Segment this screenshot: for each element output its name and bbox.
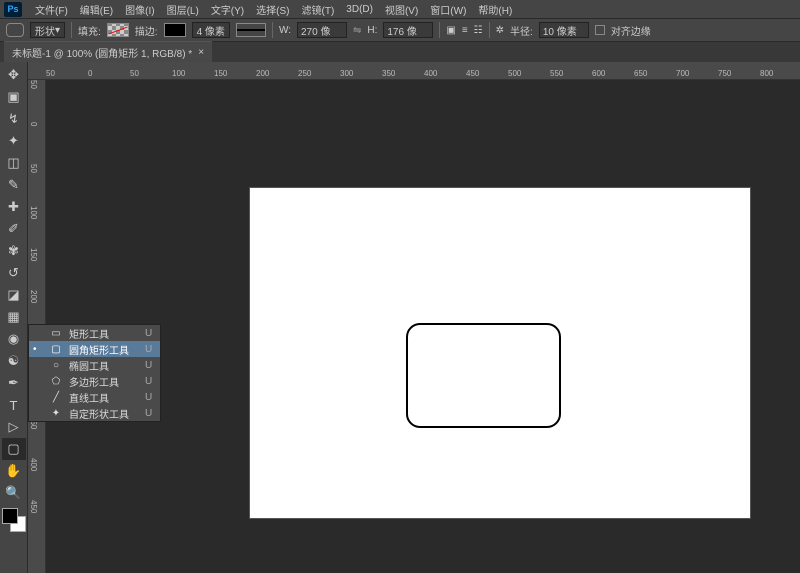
menu-select[interactable]: 选择(S) bbox=[251, 0, 294, 19]
stroke-label: 描边: bbox=[135, 23, 158, 38]
path-select-tool[interactable]: ▷ bbox=[2, 416, 26, 438]
menu-layer[interactable]: 图层(L) bbox=[162, 0, 204, 19]
menu-window[interactable]: 窗口(W) bbox=[425, 0, 471, 19]
shape-tool[interactable]: ▢ bbox=[2, 438, 26, 460]
flyout-rectangle[interactable]: ▭ 矩形工具U bbox=[29, 325, 160, 341]
line-icon: ╱ bbox=[49, 392, 63, 403]
path-ops-icon[interactable]: ▣ bbox=[446, 25, 455, 36]
wand-tool[interactable]: ✦ bbox=[2, 130, 26, 152]
menu-3d[interactable]: 3D(D) bbox=[341, 2, 378, 17]
flyout-polygon[interactable]: ⬠ 多边形工具U bbox=[29, 373, 160, 389]
options-bar: 形状 ▾ 填充: 描边: 4 像素 W: ⇋ H: ▣ ≡ ☷ ✲ 半径: 对齐… bbox=[0, 18, 800, 42]
stroke-width-select[interactable]: 4 像素 bbox=[192, 22, 230, 38]
w-label: W: bbox=[279, 25, 291, 36]
close-tab-icon[interactable]: × bbox=[198, 47, 204, 58]
lasso-tool[interactable]: ↯ bbox=[2, 108, 26, 130]
ellipse-icon: ○ bbox=[49, 360, 63, 371]
tools-panel: ✥ ▣ ↯ ✦ ◫ ✎ ✚ ✐ ✾ ↺ ◪ ▦ ◉ ☯ ✒ T ▷ ▢ ✋ 🔍 bbox=[0, 62, 28, 573]
stamp-tool[interactable]: ✾ bbox=[2, 240, 26, 262]
height-input[interactable] bbox=[383, 22, 433, 38]
width-input[interactable] bbox=[297, 22, 347, 38]
canvas[interactable] bbox=[250, 188, 750, 518]
menu-help[interactable]: 帮助(H) bbox=[473, 0, 517, 19]
fill-swatch[interactable] bbox=[107, 23, 129, 37]
document-tab-bar: 未标题-1 @ 100% (圆角矩形 1, RGB/8) * × bbox=[0, 42, 800, 62]
document-tab[interactable]: 未标题-1 @ 100% (圆角矩形 1, RGB/8) * × bbox=[4, 41, 212, 63]
shape-tool-flyout: ▭ 矩形工具U •▢ 圆角矩形工具U ○ 椭圆工具U ⬠ 多边形工具U ╱ 直线… bbox=[28, 324, 161, 422]
stroke-swatch[interactable] bbox=[164, 23, 186, 37]
crop-tool[interactable]: ◫ bbox=[2, 152, 26, 174]
type-tool[interactable]: T bbox=[2, 394, 26, 416]
heal-tool[interactable]: ✚ bbox=[2, 196, 26, 218]
hand-tool[interactable]: ✋ bbox=[2, 460, 26, 482]
gradient-tool[interactable]: ▦ bbox=[2, 306, 26, 328]
ruler-horizontal[interactable]: 5005010015020025030035040045050055060065… bbox=[28, 62, 800, 80]
marquee-tool[interactable]: ▣ bbox=[2, 86, 26, 108]
blur-tool[interactable]: ◉ bbox=[2, 328, 26, 350]
custom-shape-icon: ✦ bbox=[49, 408, 63, 419]
arrange-icon[interactable]: ☷ bbox=[474, 25, 483, 36]
rounded-rectangle-shape[interactable] bbox=[406, 323, 561, 428]
menu-file[interactable]: 文件(F) bbox=[30, 0, 73, 19]
document-title: 未标题-1 @ 100% (圆角矩形 1, RGB/8) * bbox=[12, 45, 192, 60]
shape-mode-select[interactable]: 形状 ▾ bbox=[30, 22, 65, 38]
zoom-tool[interactable]: 🔍 bbox=[2, 482, 26, 504]
ps-logo: Ps bbox=[4, 2, 22, 17]
link-wh-icon[interactable]: ⇋ bbox=[353, 25, 361, 36]
dodge-tool[interactable]: ☯ bbox=[2, 350, 26, 372]
canvas-area: 5005010015020025030035040045050055060065… bbox=[28, 62, 800, 573]
rounded-rectangle-icon: ▢ bbox=[49, 344, 63, 355]
eraser-tool[interactable]: ◪ bbox=[2, 284, 26, 306]
flyout-ellipse[interactable]: ○ 椭圆工具U bbox=[29, 357, 160, 373]
menu-image[interactable]: 图像(I) bbox=[120, 0, 159, 19]
color-picker[interactable] bbox=[2, 508, 26, 532]
h-label: H: bbox=[367, 25, 377, 36]
gear-icon[interactable]: ✲ bbox=[496, 25, 504, 36]
pen-tool[interactable]: ✒ bbox=[2, 372, 26, 394]
align-icon[interactable]: ≡ bbox=[462, 25, 468, 36]
foreground-color[interactable] bbox=[2, 508, 18, 524]
radius-input[interactable] bbox=[539, 22, 589, 38]
menu-view[interactable]: 视图(V) bbox=[380, 0, 423, 19]
history-brush-tool[interactable]: ↺ bbox=[2, 262, 26, 284]
flyout-line[interactable]: ╱ 直线工具U bbox=[29, 389, 160, 405]
radius-label: 半径: bbox=[510, 23, 533, 38]
fill-label: 填充: bbox=[78, 23, 101, 38]
eyedropper-tool[interactable]: ✎ bbox=[2, 174, 26, 196]
polygon-icon: ⬠ bbox=[49, 376, 63, 387]
menu-type[interactable]: 文字(Y) bbox=[206, 0, 249, 19]
align-edges-label: 对齐边缘 bbox=[611, 23, 651, 38]
rectangle-icon: ▭ bbox=[49, 328, 63, 339]
stroke-style-select[interactable] bbox=[236, 23, 266, 37]
flyout-rounded-rectangle[interactable]: •▢ 圆角矩形工具U bbox=[29, 341, 160, 357]
brush-tool[interactable]: ✐ bbox=[2, 218, 26, 240]
move-tool[interactable]: ✥ bbox=[2, 64, 26, 86]
menu-bar: Ps 文件(F) 编辑(E) 图像(I) 图层(L) 文字(Y) 选择(S) 滤… bbox=[0, 0, 800, 18]
menu-filter[interactable]: 滤镜(T) bbox=[297, 0, 340, 19]
flyout-custom-shape[interactable]: ✦ 自定形状工具U bbox=[29, 405, 160, 421]
tool-preset-icon[interactable] bbox=[6, 23, 24, 37]
menu-edit[interactable]: 编辑(E) bbox=[75, 0, 118, 19]
align-edges-checkbox[interactable] bbox=[595, 25, 605, 35]
